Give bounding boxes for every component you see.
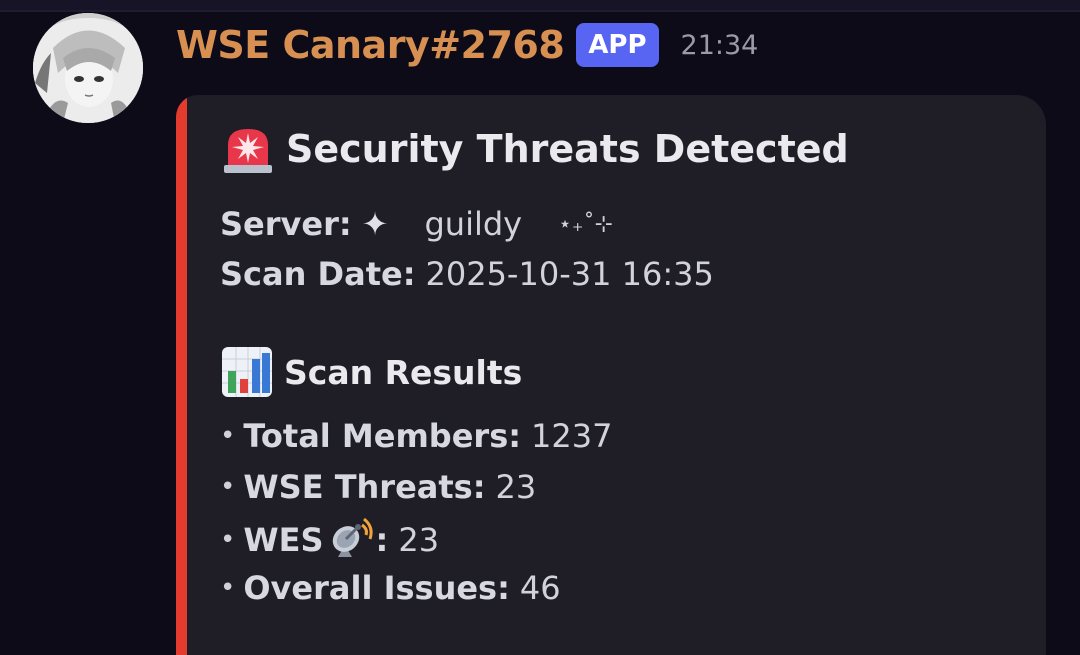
stat-wse-threats: • WSE Threats: 23 [220,468,536,506]
top-divider [0,0,1080,12]
total-members-label: Total Members: [243,417,522,455]
stat-total-members: • Total Members: 1237 [220,417,612,455]
server-sparkle: ✦ [361,205,389,243]
overall-issues-label: Overall Issues: [243,569,510,607]
server-line: Server: ✦ guildy ⋆₊˚⊹ [220,205,613,243]
satellite-antenna-icon [332,517,373,557]
username[interactable]: WSE Canary#2768 [176,23,565,67]
embed-accent-bar [176,95,187,655]
bar-chart-icon [222,347,272,397]
server-trail: ⋆₊˚⊹ [558,211,613,237]
bullet: • [220,472,236,502]
app-badge: APP [576,23,659,67]
embed-card: Security Threats Detected Server: ✦ guil… [176,95,1046,655]
embed-title: Security Threats Detected [220,123,849,175]
server-label: Server: [220,205,352,243]
wse-threats-value: 23 [495,468,537,506]
wes-label: WES [243,521,324,559]
scan-date-line: Scan Date: 2025-10-31 16:35 [220,255,714,293]
server-name: guildy [424,205,523,243]
stat-overall-issues: • Overall Issues: 46 [220,569,561,607]
police-light-icon [224,129,272,173]
message-header: WSE Canary#2768 APP 21:34 [176,20,758,70]
scan-results-heading: Scan Results [220,345,522,399]
user-avatar[interactable] [33,13,143,123]
total-members-value: 1237 [531,417,613,455]
message-timestamp[interactable]: 21:34 [681,30,759,61]
overall-issues-value: 46 [519,569,561,607]
bullet: • [220,525,236,555]
wes-value: 23 [398,521,440,559]
embed-title-text: Security Threats Detected [286,127,849,171]
scan-date-value: 2025-10-31 16:35 [425,255,714,293]
wes-colon: : [375,521,389,559]
scan-results-title: Scan Results [284,352,523,392]
scan-date-label: Scan Date: [220,255,416,293]
bullet: • [220,573,236,603]
stat-wes: • WES : 23 [220,517,439,563]
wse-threats-label: WSE Threats: [243,468,486,506]
anime-avatar-icon [33,13,143,123]
bullet: • [220,421,236,451]
